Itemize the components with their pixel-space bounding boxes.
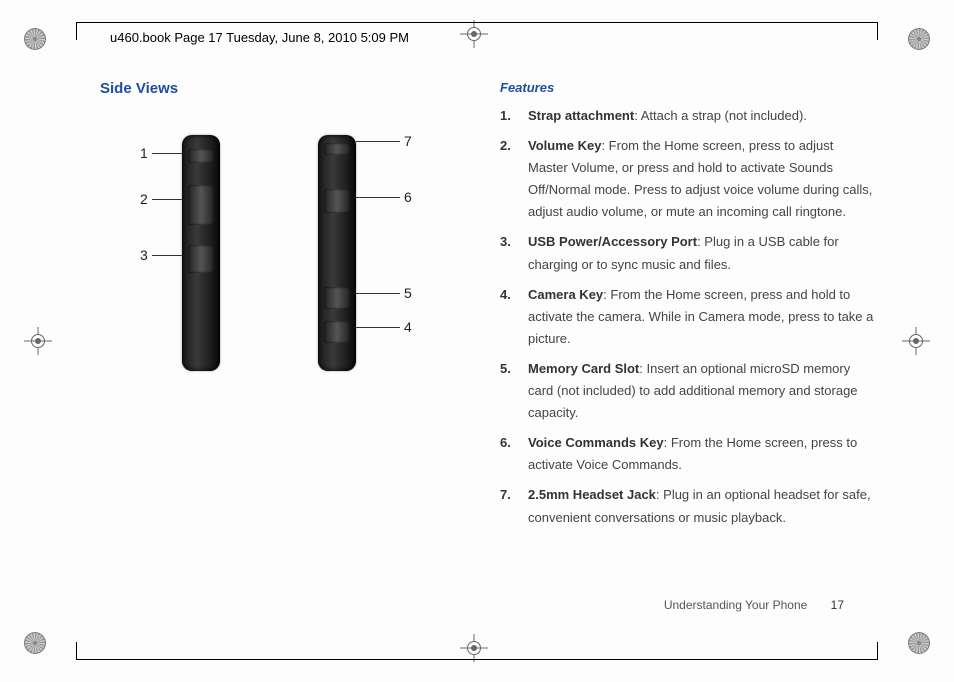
feature-term: Voice Commands Key (528, 435, 664, 450)
column-side-views: Side Views 1 2 3 7 (100, 80, 460, 602)
phone-diagram: 1 2 3 7 6 5 4 (100, 115, 460, 415)
feature-desc: : Attach a strap (not included). (634, 108, 807, 123)
callout-number: 3 (140, 247, 148, 263)
phone-button (324, 321, 350, 343)
phone-right-side-icon (318, 135, 356, 371)
feature-item: 2.5mm Headset Jack: Plug in an optional … (500, 484, 874, 528)
feature-term: USB Power/Accessory Port (528, 234, 697, 249)
feature-item: Camera Key: From the Home screen, press … (500, 284, 874, 350)
feature-item: Memory Card Slot: Insert an optional mic… (500, 358, 874, 424)
phone-button (324, 287, 350, 309)
page-footer: Understanding Your Phone 17 (664, 598, 844, 612)
callout-number: 5 (404, 285, 412, 301)
callout-number: 2 (140, 191, 148, 207)
phone-button (324, 143, 350, 155)
phone-button (188, 149, 214, 163)
callout-number: 1 (140, 145, 148, 161)
feature-term: Strap attachment (528, 108, 634, 123)
registration-mark-icon (902, 327, 930, 355)
callout-line (152, 255, 182, 256)
heading-side-views: Side Views (100, 80, 460, 97)
callout-number: 7 (404, 133, 412, 149)
features-list: Strap attachment: Attach a strap (not in… (500, 105, 874, 529)
feature-item: Volume Key: From the Home screen, press … (500, 135, 874, 223)
heading-features: Features (500, 80, 874, 95)
phone-button (188, 185, 214, 225)
callout-line (356, 197, 400, 198)
crop-mark-icon (24, 28, 46, 50)
feature-item: Voice Commands Key: From the Home screen… (500, 432, 874, 476)
registration-mark-icon (24, 327, 52, 355)
callout-line (356, 141, 400, 142)
page-frame-bottom (76, 642, 878, 660)
column-features: Features Strap attachment: Attach a stra… (500, 80, 874, 602)
page-content: Side Views 1 2 3 7 (100, 80, 874, 602)
feature-term: 2.5mm Headset Jack (528, 487, 656, 502)
phone-button (324, 189, 350, 213)
callout-number: 4 (404, 319, 412, 335)
feature-item: Strap attachment: Attach a strap (not in… (500, 105, 874, 127)
footer-section: Understanding Your Phone (664, 598, 807, 612)
crop-mark-icon (908, 632, 930, 654)
footer-page-number: 17 (831, 598, 844, 612)
callout-line (152, 153, 182, 154)
crop-mark-icon (908, 28, 930, 50)
callout-line (356, 293, 400, 294)
callout-line (356, 327, 400, 328)
document-header-label: u460.book Page 17 Tuesday, June 8, 2010 … (106, 30, 413, 45)
callout-line (152, 199, 182, 200)
callout-number: 6 (404, 189, 412, 205)
feature-term: Volume Key (528, 138, 601, 153)
phone-button (188, 245, 214, 273)
feature-term: Camera Key (528, 287, 603, 302)
feature-item: USB Power/Accessory Port: Plug in a USB … (500, 231, 874, 275)
crop-mark-icon (24, 632, 46, 654)
phone-left-side-icon (182, 135, 220, 371)
feature-term: Memory Card Slot (528, 361, 639, 376)
